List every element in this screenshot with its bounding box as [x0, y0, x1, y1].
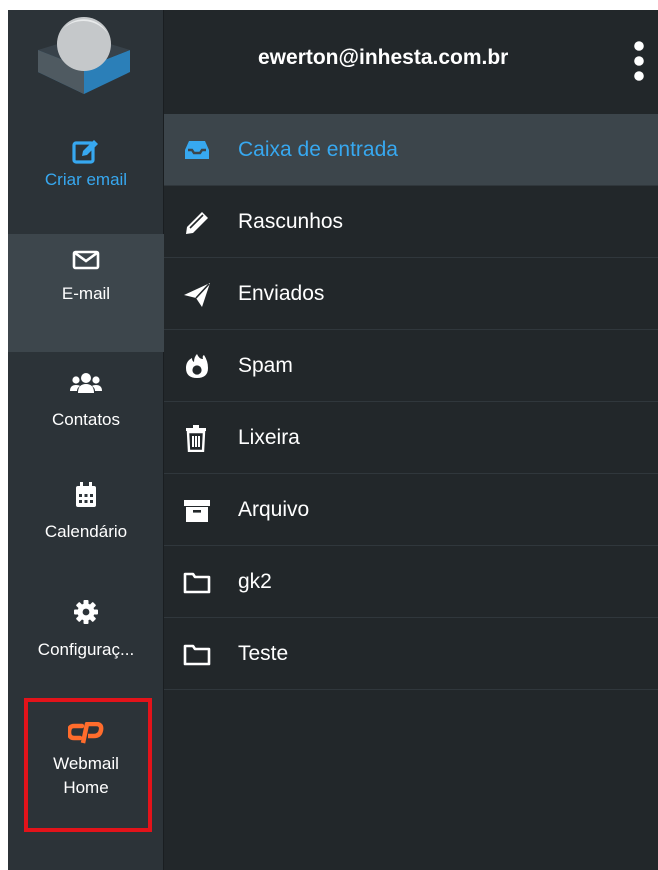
sidebar-item-label: Contatos: [51, 410, 121, 429]
archive-box-icon: [184, 500, 210, 522]
paper-plane-icon: [184, 283, 210, 307]
folder-name: Spam: [238, 354, 293, 377]
sidebar-item-contacts[interactable]: Contatos: [8, 372, 164, 460]
folder-name: Lixeira: [238, 426, 300, 449]
trash-icon: [186, 425, 206, 452]
users-icon: [70, 373, 102, 393]
gear-icon: [74, 600, 98, 624]
folder-archive[interactable]: Arquivo: [164, 474, 658, 546]
folder-name: Rascunhos: [238, 210, 344, 233]
webmail-home-button[interactable]: Webmail Home: [8, 722, 164, 826]
webmail-app: Criar email E-mail Contatos Calendário C…: [8, 10, 658, 870]
sidebar-item-mail[interactable]: E-mail: [8, 234, 164, 352]
sidebar: Criar email E-mail Contatos Calendário C…: [8, 10, 164, 870]
folder-trash[interactable]: Lixeira: [164, 402, 658, 474]
calendar-icon: [76, 482, 96, 507]
pencil-square-icon: [72, 140, 98, 164]
folder-name: Teste: [238, 642, 289, 665]
sidebar-item-label: E-mail: [61, 284, 111, 303]
account-email: ewerton@inhesta.com.br: [258, 46, 509, 69]
folder-icon: [183, 644, 211, 666]
folder-name: Arquivo: [238, 498, 310, 521]
webmail-home-label-line1: Webmail: [53, 754, 119, 773]
folder-inbox[interactable]: Caixa de entrada: [164, 114, 658, 186]
sidebar-item-settings[interactable]: Configuraç...: [8, 600, 164, 690]
vertical-dots-icon[interactable]: [632, 40, 646, 82]
folder-drafts[interactable]: Rascunhos: [164, 186, 658, 258]
webmail-home-label-line2: Home: [63, 778, 109, 797]
sidebar-item-label: Calendário: [44, 522, 128, 541]
compose-label: Criar email: [44, 170, 128, 189]
inbox-icon: [185, 141, 209, 159]
folder-gk2[interactable]: gk2: [164, 546, 658, 618]
envelope-icon: [72, 250, 100, 270]
folder-name: gk2: [238, 570, 272, 593]
header: ewerton@inhesta.com.br: [164, 10, 658, 114]
folder-list: Caixa de entrada Rascunhos Enviados Spam: [164, 114, 658, 690]
compose-button[interactable]: Criar email: [8, 138, 164, 210]
roundcube-logo-icon: [38, 17, 130, 94]
fire-icon: [186, 354, 208, 378]
pencil-icon: [186, 212, 208, 234]
folder-name: Enviados: [238, 282, 325, 305]
folder-icon: [183, 572, 211, 594]
folder-sent[interactable]: Enviados: [164, 258, 658, 330]
folder-name: Caixa de entrada: [238, 138, 398, 161]
sidebar-item-calendar[interactable]: Calendário: [8, 482, 164, 582]
cpanel-logo-icon: [68, 722, 104, 744]
folder-teste[interactable]: Teste: [164, 618, 658, 690]
folder-spam[interactable]: Spam: [164, 330, 658, 402]
sidebar-item-label: Configuraç...: [37, 640, 135, 659]
